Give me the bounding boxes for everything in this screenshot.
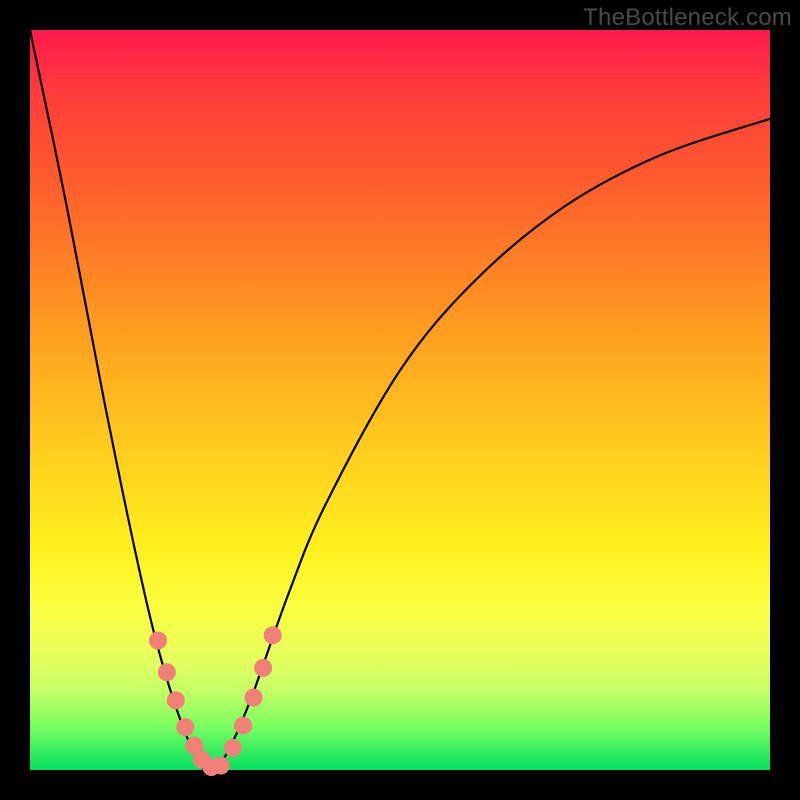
highlight-marker	[158, 663, 176, 681]
bottleneck-curve	[30, 30, 770, 774]
highlight-marker	[264, 626, 282, 644]
watermark-text: TheBottleneck.com	[583, 4, 792, 32]
highlight-marker	[234, 717, 252, 735]
highlight-marker	[167, 691, 185, 709]
highlight-marker	[224, 739, 242, 757]
highlight-marker	[254, 659, 272, 677]
highlight-marker	[212, 757, 230, 775]
chart-svg	[30, 30, 770, 770]
frame: TheBottleneck.com	[0, 0, 800, 800]
plot-area	[30, 30, 770, 770]
highlight-marker	[149, 632, 167, 650]
highlight-marker	[245, 689, 263, 707]
highlight-marker	[176, 718, 194, 736]
highlight-marker-group	[149, 626, 282, 776]
